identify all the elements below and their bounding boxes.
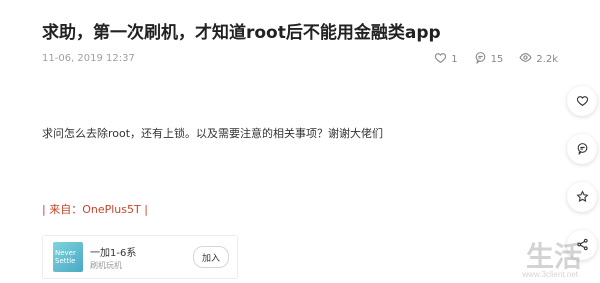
site-watermark: 生活 www.3client.net (472, 235, 582, 279)
heart-icon (434, 51, 447, 67)
comment-icon (474, 51, 487, 67)
view-count: 2.2k (536, 53, 558, 65)
watermark-url: www.3client.net (522, 270, 578, 279)
comment-button[interactable] (567, 134, 597, 164)
group-category: 刷机玩机 (90, 261, 122, 270)
group-card[interactable]: Never Settle 一加1-6系 刷机玩机 加入 (42, 235, 238, 279)
post-date: 11-06, 2019 12:37 (42, 53, 135, 64)
star-icon (575, 188, 589, 207)
comment-stat[interactable]: 15 (474, 51, 504, 67)
group-logo-line1: Never (55, 249, 76, 257)
watermark-text: 生活 (525, 241, 582, 272)
post-title: 求助，第一次刷机，才知道root后不能用金融类app (42, 23, 441, 43)
group-name: 一加1-6系 (90, 248, 137, 259)
heart-icon (576, 92, 589, 111)
post-body: 求问怎么去除root，还有上锁。以及需要注意的相关事项？谢谢大佬们 (42, 127, 384, 140)
like-count: 1 (451, 53, 458, 65)
view-stat: 2.2k (519, 51, 558, 67)
comment-icon (576, 140, 589, 159)
like-stat[interactable]: 1 (434, 51, 458, 67)
comment-count: 15 (490, 53, 504, 65)
post-stats: 1 15 2.2k (434, 51, 558, 67)
group-logo: Never Settle (53, 242, 83, 272)
group-logo-line2: Settle (55, 257, 76, 265)
favorite-button[interactable] (567, 182, 597, 212)
join-button[interactable]: 加入 (193, 246, 229, 268)
post-source[interactable]: | 来自：OnePlus5T | (42, 201, 148, 217)
like-button[interactable] (567, 86, 597, 116)
eye-icon (519, 51, 532, 67)
